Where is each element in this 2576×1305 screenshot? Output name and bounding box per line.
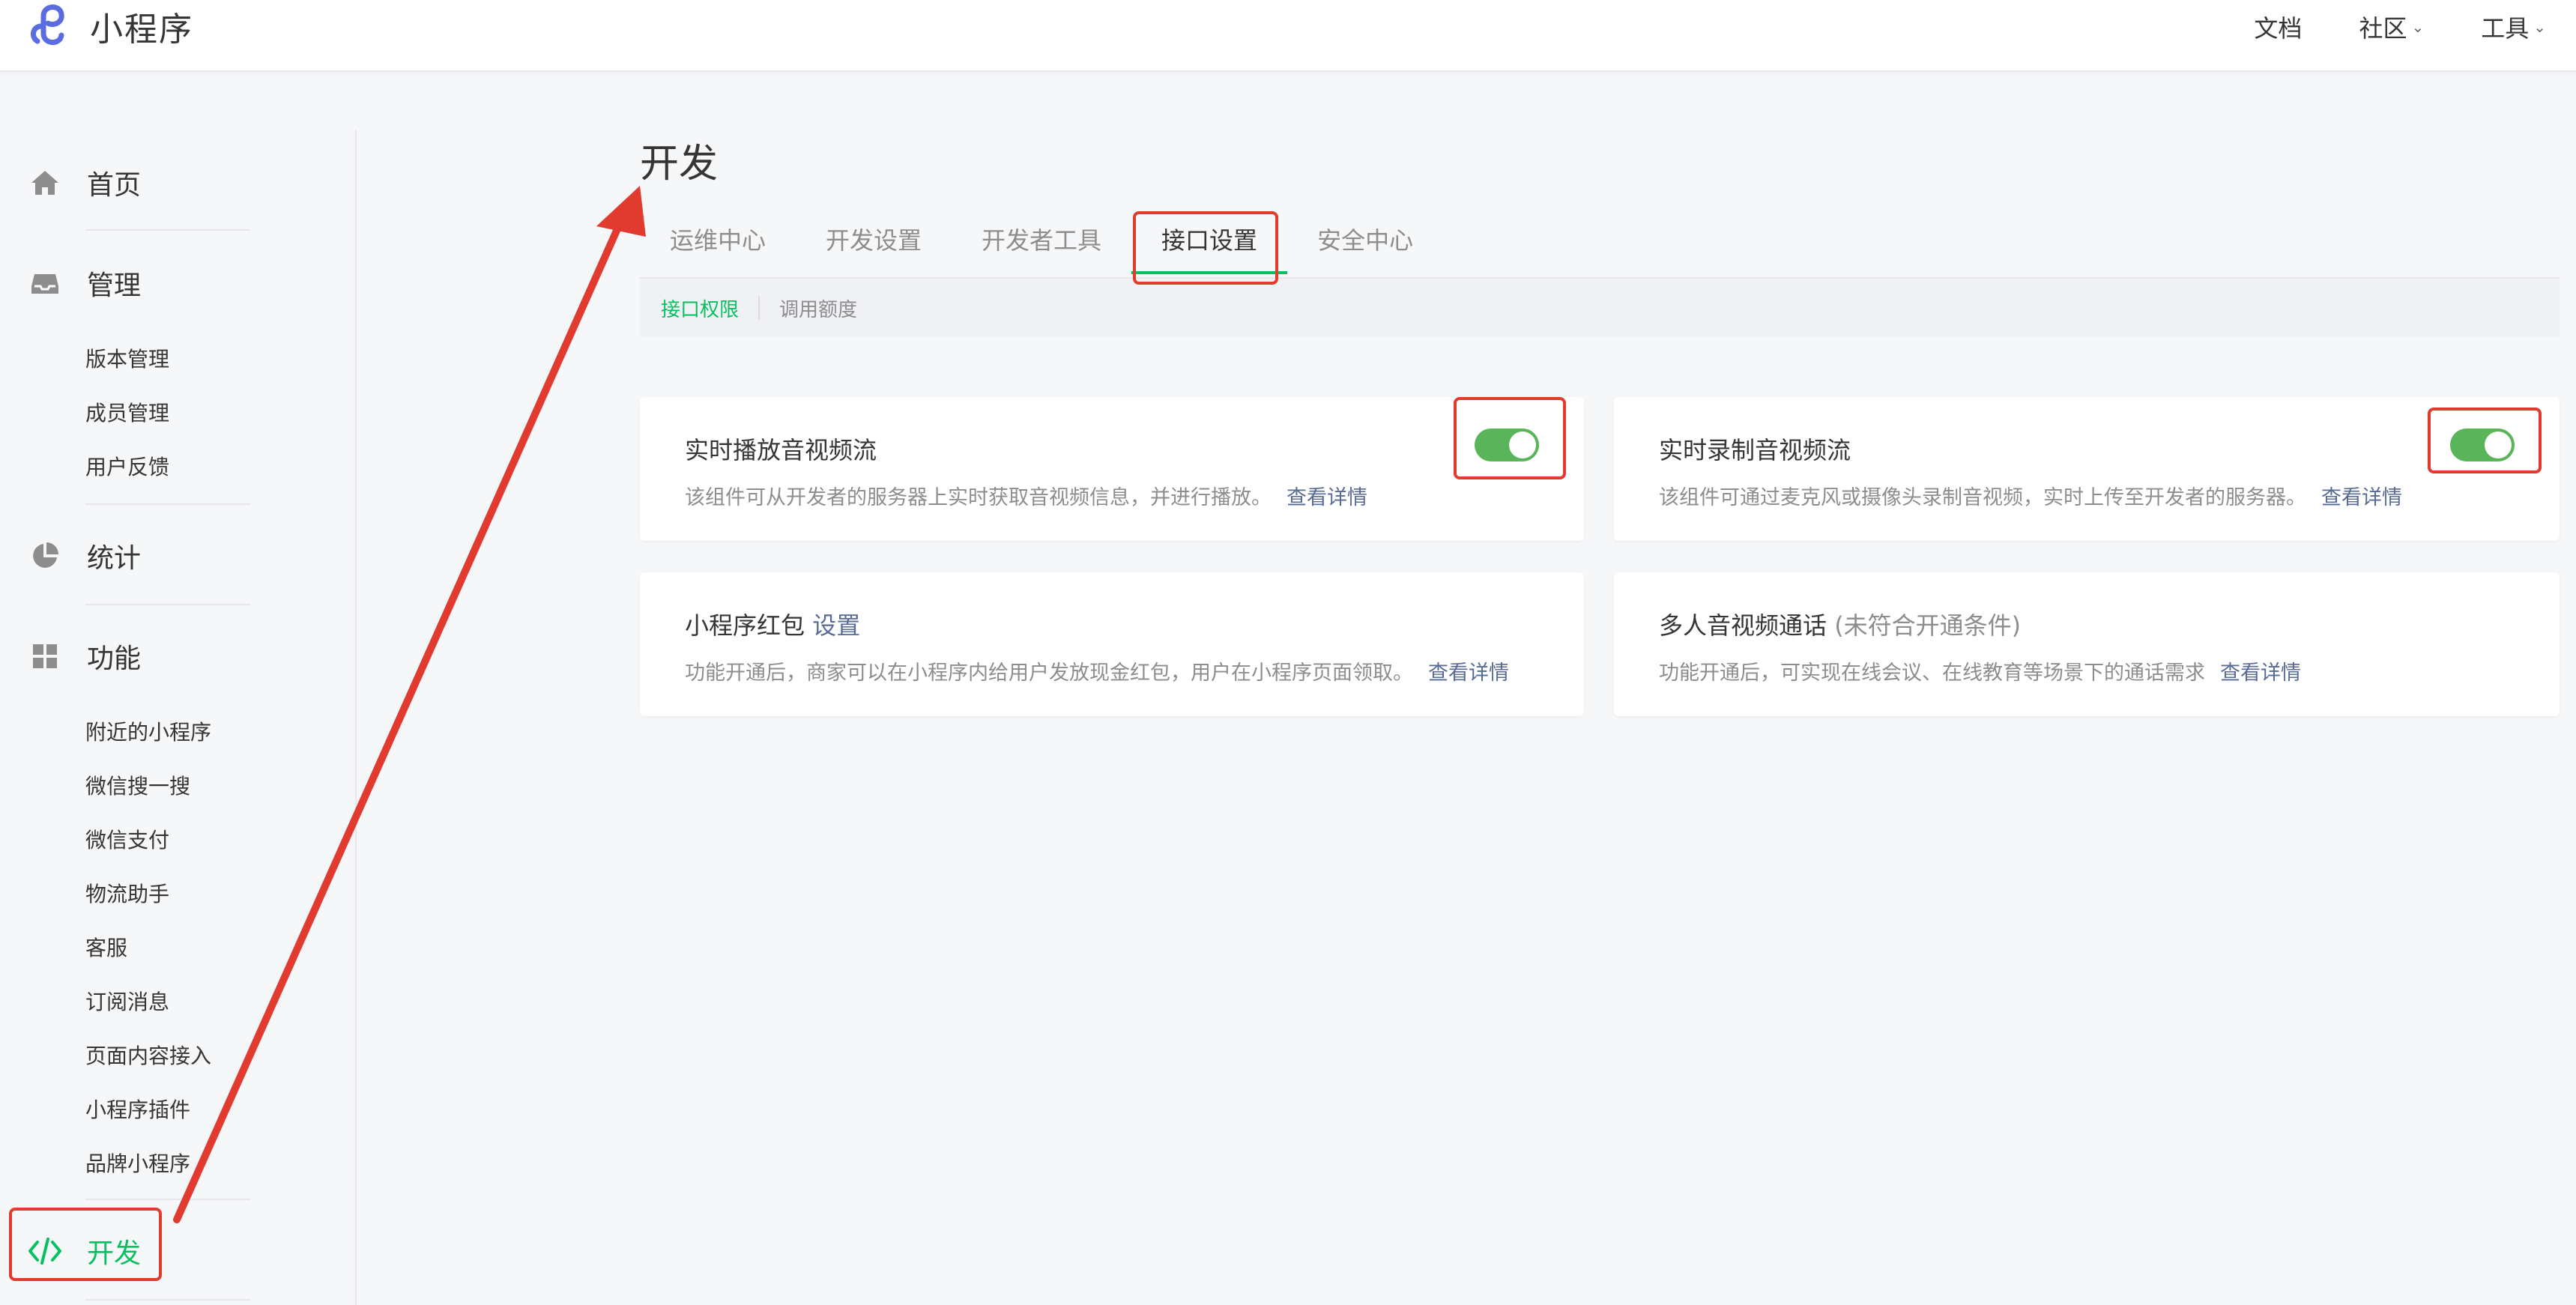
chevron-down-icon: ⌄ xyxy=(2533,18,2546,36)
sidebar-item-develop-label: 开发 xyxy=(87,1238,142,1269)
sidebar-item-page-content[interactable]: 页面内容接入 xyxy=(85,1040,211,1070)
topnav-tools[interactable]: 工具 ⌄ xyxy=(2481,10,2546,44)
sidebar-item-user-feedback[interactable]: 用户反馈 xyxy=(85,451,169,481)
top-bar: 小程序 文档 社区 ⌄ 工具 ⌄ xyxy=(0,0,2576,72)
settings-link[interactable]: 设置 xyxy=(812,611,860,640)
card-desc: 该组件可从开发者的服务器上实时获取音视频信息，并进行播放。 查看详情 xyxy=(685,481,1367,510)
sidebar-item-subscribe-msg[interactable]: 订阅消息 xyxy=(85,986,169,1016)
card-title: 实时播放音视频流 xyxy=(685,436,877,464)
topnav-tools-label: 工具 xyxy=(2481,14,2530,43)
subtab-api-permission[interactable]: 接口权限 xyxy=(640,294,758,322)
card-title-text: 小程序红包 xyxy=(685,611,805,640)
card-title: 多人音视频通话 (未符合开通条件) xyxy=(1659,607,2021,641)
card-multi-voip: 多人音视频通话 (未符合开通条件) 功能开通后，可实现在线会议、在线教育等场景下… xyxy=(1614,572,2560,716)
toggle-knob xyxy=(2485,432,2512,458)
card-desc-text: 该组件可从开发者的服务器上实时获取音视频信息，并进行播放。 xyxy=(685,486,1272,509)
card-red-packet: 小程序红包 设置 功能开通后，商家可以在小程序内给用户发放现金红包，用户在小程序… xyxy=(640,572,1584,716)
card-desc-text: 该组件可通过麦克风或摄像头录制音视频，实时上传至开发者的服务器。 xyxy=(1659,486,2306,509)
view-details-link[interactable]: 查看详情 xyxy=(1287,486,1367,509)
sidebar-item-home[interactable]: 首页 xyxy=(27,163,141,202)
sidebar-item-manage-label: 管理 xyxy=(87,270,142,301)
sidebar-item-logistics[interactable]: 物流助手 xyxy=(85,878,169,908)
view-details-link[interactable]: 查看详情 xyxy=(1428,661,1509,685)
tab-api-settings[interactable]: 接口设置 xyxy=(1131,222,1288,279)
view-details-link[interactable]: 查看详情 xyxy=(2220,661,2301,685)
sidebar-item-features[interactable]: 功能 xyxy=(27,637,141,676)
card-live-player: 实时播放音视频流 该组件可从开发者的服务器上实时获取音视频信息，并进行播放。 查看… xyxy=(640,397,1584,541)
card-desc: 功能开通后，可实现在线会议、在线教育等场景下的通话需求 查看详情 xyxy=(1659,656,2301,685)
tab-ops-center[interactable]: 运维中心 xyxy=(640,222,796,279)
view-details-link[interactable]: 查看详情 xyxy=(2321,486,2402,509)
grid-icon xyxy=(27,638,63,674)
top-nav: 文档 社区 ⌄ 工具 ⌄ xyxy=(2197,0,2546,54)
sidebar-divider xyxy=(85,503,250,505)
sidebar-item-member-manage[interactable]: 成员管理 xyxy=(85,397,169,427)
sidebar-divider xyxy=(355,130,357,1305)
topnav-docs-label: 文档 xyxy=(2254,14,2303,43)
sidebar-item-manage[interactable]: 管理 xyxy=(27,264,141,303)
chevron-down-icon: ⌄ xyxy=(2411,18,2425,36)
subtab-call-quota[interactable]: 调用额度 xyxy=(760,294,877,322)
topnav-community-label: 社区 xyxy=(2359,14,2407,43)
topnav-docs[interactable]: 文档 xyxy=(2254,10,2302,44)
card-live-pusher: 实时录制音视频流 该组件可通过麦克风或摄像头录制音视频，实时上传至开发者的服务器… xyxy=(1614,397,2560,541)
card-title-note: (未符合开通条件) xyxy=(1834,611,2022,640)
card-title: 小程序红包 设置 xyxy=(685,607,860,641)
sidebar-item-plugins[interactable]: 小程序插件 xyxy=(85,1094,190,1124)
sidebar-item-stats-label: 统计 xyxy=(87,543,142,574)
sidebar-item-brand[interactable]: 品牌小程序 xyxy=(85,1148,190,1178)
live-player-toggle[interactable] xyxy=(1475,429,1539,461)
card-desc: 功能开通后，商家可以在小程序内给用户发放现金红包，用户在小程序页面领取。 查看详情 xyxy=(685,656,1509,685)
inbox-icon xyxy=(27,265,63,301)
sidebar-item-home-label: 首页 xyxy=(87,170,142,201)
sidebar-divider xyxy=(85,1299,250,1301)
tab-dev-tools[interactable]: 开发者工具 xyxy=(952,222,1131,279)
card-desc-text: 功能开通后，商家可以在小程序内给用户发放现金红包，用户在小程序页面领取。 xyxy=(685,661,1413,685)
sidebar-item-wechat-pay[interactable]: 微信支付 xyxy=(85,824,169,854)
sidebar-divider xyxy=(85,229,250,231)
tab-security-center[interactable]: 安全中心 xyxy=(1287,222,1443,279)
sidebar-item-stats[interactable]: 统计 xyxy=(27,536,141,575)
subtab-bar: 接口权限 调用额度 xyxy=(640,279,2560,337)
pie-chart-icon xyxy=(27,538,63,574)
sidebar-item-version-manage[interactable]: 版本管理 xyxy=(85,343,169,373)
card-desc-text: 功能开通后，可实现在线会议、在线教育等场景下的通话需求 xyxy=(1659,661,2205,685)
card-desc: 该组件可通过麦克风或摄像头录制音视频，实时上传至开发者的服务器。 查看详情 xyxy=(1659,481,2402,510)
sidebar-item-nearby[interactable]: 附近的小程序 xyxy=(85,716,211,746)
card-title-text: 多人音视频通话 xyxy=(1659,611,1827,640)
miniprogram-logo-icon xyxy=(27,0,78,53)
live-pusher-toggle[interactable] xyxy=(2450,429,2515,461)
sidebar-divider xyxy=(85,1199,250,1200)
sidebar-divider xyxy=(85,604,250,605)
tab-dev-settings[interactable]: 开发设置 xyxy=(796,222,952,279)
page-title: 开发 xyxy=(640,142,719,187)
code-icon xyxy=(27,1233,63,1269)
toggle-knob xyxy=(1509,432,1536,458)
topnav-community[interactable]: 社区 ⌄ xyxy=(2359,10,2424,44)
sidebar-item-develop[interactable]: 开发 xyxy=(27,1232,141,1271)
app-logo[interactable]: 小程序 xyxy=(27,0,193,52)
tab-bar: 运维中心 开发设置 开发者工具 接口设置 安全中心 xyxy=(640,222,1443,282)
sidebar-item-customer-service[interactable]: 客服 xyxy=(85,932,127,962)
home-icon xyxy=(27,165,63,201)
sidebar-item-features-label: 功能 xyxy=(87,644,142,674)
app-title: 小程序 xyxy=(90,10,193,49)
card-title: 实时录制音视频流 xyxy=(1659,436,1851,464)
sidebar-item-wechat-search[interactable]: 微信搜一搜 xyxy=(85,770,190,800)
